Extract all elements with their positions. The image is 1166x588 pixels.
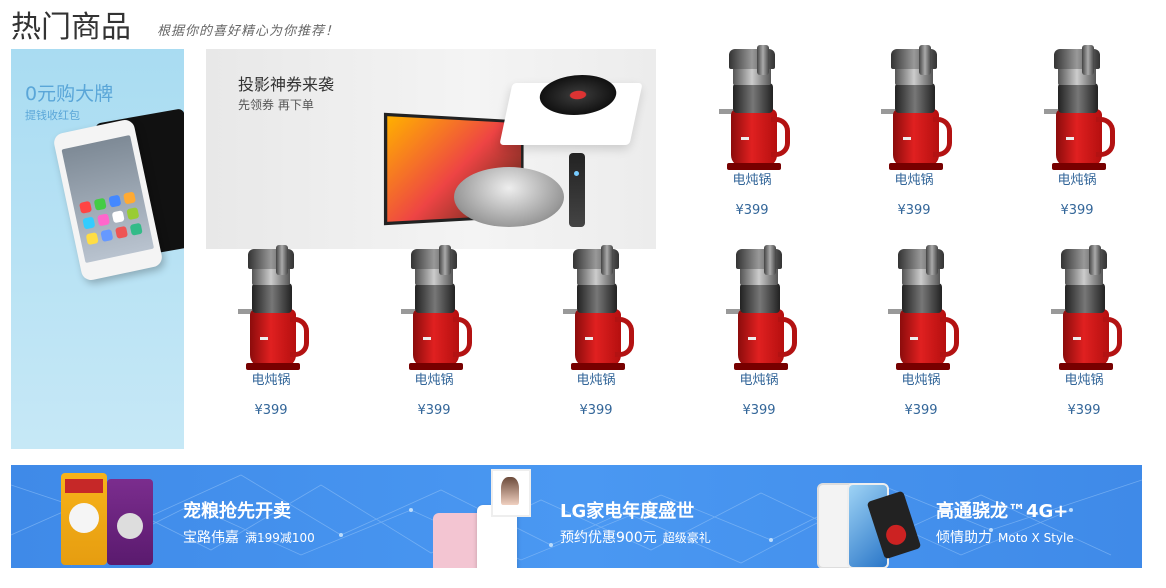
juicer-product-image[interactable] bbox=[724, 245, 797, 373]
bottom-promo-banner: 宠粮抢先开卖 宝路伟嘉 满199减100 LG家电年度盛世 预约优惠900元 超级豪… bbox=[11, 465, 1142, 568]
promo-title: 0元购大牌 bbox=[25, 83, 114, 105]
pet-food-promo[interactable]: 宠粮抢先开卖 宝路伟嘉 满199减100 bbox=[11, 465, 388, 568]
promo-subtitle: 提钱收红包 bbox=[25, 109, 80, 122]
product-card[interactable]: 电炖锅 ¥399 bbox=[876, 241, 966, 441]
promo-subtitle: 宝路伟嘉 满199减100 bbox=[183, 530, 315, 546]
product-price: ¥399 bbox=[742, 403, 776, 418]
product-price: ¥399 bbox=[1060, 203, 1094, 218]
juicer-product-image[interactable] bbox=[717, 45, 790, 173]
juicer-product-image[interactable] bbox=[1049, 245, 1122, 373]
juicer-product-image[interactable] bbox=[879, 45, 952, 173]
product-price: ¥399 bbox=[417, 403, 451, 418]
product-card[interactable]: 电炖锅 ¥399 bbox=[714, 241, 804, 441]
product-name[interactable]: 电炖锅 bbox=[389, 373, 479, 389]
product-name[interactable]: 电炖锅 bbox=[226, 373, 316, 389]
product-name[interactable]: 电炖锅 bbox=[876, 373, 966, 389]
cat-food-bag-image bbox=[107, 479, 153, 565]
juicer-product-image[interactable] bbox=[399, 245, 472, 373]
product-name[interactable]: 电炖锅 bbox=[714, 373, 804, 389]
product-card[interactable]: 电炖锅 ¥399 bbox=[226, 241, 316, 441]
promo-title: 宠粮抢先开卖 bbox=[183, 501, 291, 522]
product-name[interactable]: 电炖锅 bbox=[1039, 373, 1129, 389]
product-name[interactable]: 电炖锅 bbox=[707, 173, 797, 189]
projector-box-image bbox=[499, 75, 643, 145]
section-subtitle: 根据你的喜好精心为你推荐！ bbox=[157, 24, 340, 39]
product-card[interactable]: 电炖锅 ¥399 bbox=[1039, 241, 1129, 441]
juicer-product-image[interactable] bbox=[886, 245, 959, 373]
dog-food-bag-image bbox=[61, 473, 107, 565]
product-card[interactable]: 电炖锅 ¥399 bbox=[869, 41, 959, 241]
juicer-product-image[interactable] bbox=[1042, 45, 1115, 173]
product-price: ¥399 bbox=[254, 403, 288, 418]
product-card[interactable]: 电炖锅 ¥399 bbox=[551, 241, 641, 441]
product-price: ¥399 bbox=[904, 403, 938, 418]
section-title: 热门商品 bbox=[11, 10, 131, 45]
product-price: ¥399 bbox=[897, 203, 931, 218]
pico-projector-image bbox=[569, 153, 585, 227]
projector-promo-banner[interactable]: 投影神券来袭 先领券 再下单 bbox=[206, 49, 656, 249]
juicer-product-image[interactable] bbox=[236, 245, 309, 373]
product-name[interactable]: 电炖锅 bbox=[869, 173, 959, 189]
product-price: ¥399 bbox=[735, 203, 769, 218]
round-projector-image bbox=[454, 167, 564, 227]
juicer-product-image[interactable] bbox=[561, 245, 634, 373]
product-price: ¥399 bbox=[579, 403, 613, 418]
banner-subtitle: 先领券 再下单 bbox=[238, 98, 314, 112]
product-card[interactable]: 电炖锅 ¥399 bbox=[389, 241, 479, 441]
product-price: ¥399 bbox=[1067, 403, 1101, 418]
product-name[interactable]: 电炖锅 bbox=[551, 373, 641, 389]
zero-yuan-promo-banner[interactable]: 0元购大牌 提钱收红包 bbox=[11, 49, 184, 449]
banner-title: 投影神券来袭 bbox=[238, 75, 335, 94]
product-card[interactable]: 电炖锅 ¥399 bbox=[707, 41, 797, 241]
product-card[interactable]: 电炖锅 ¥399 bbox=[1032, 41, 1122, 241]
product-name[interactable]: 电炖锅 bbox=[1032, 173, 1122, 189]
